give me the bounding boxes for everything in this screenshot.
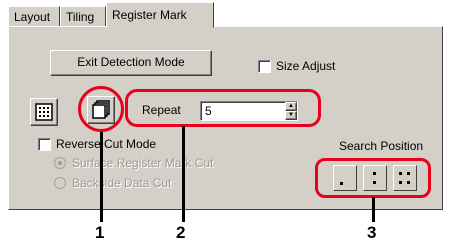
callout-line-1 — [100, 132, 103, 222]
search-position-one-point-button[interactable] — [333, 165, 357, 191]
backside-data-cut-label: Backside Data Cut — [72, 176, 172, 190]
dot-icon — [399, 172, 402, 175]
stacked-pages-icon — [92, 100, 110, 119]
exit-detection-mode-button[interactable]: Exit Detection Mode — [50, 50, 212, 76]
callout-number-2: 2 — [176, 223, 186, 242]
search-position-label: Search Position — [339, 139, 424, 153]
surface-register-mark-cut-label: Surface Register Mark Cut — [72, 156, 214, 170]
callout-number-1: 1 — [95, 223, 105, 242]
callout-number-3: 3 — [367, 223, 377, 242]
repeat-spin-down[interactable]: ▼ — [285, 111, 297, 120]
dot-icon — [373, 181, 376, 184]
dot-icon — [407, 181, 410, 184]
dot-icon — [340, 182, 343, 185]
tab-tiling[interactable]: Tiling — [60, 6, 106, 28]
grid-icon — [35, 103, 53, 121]
dot-icon — [399, 181, 402, 184]
surface-register-mark-cut-radio[interactable] — [54, 157, 66, 169]
callout-line-2 — [182, 126, 185, 222]
register-mark-mode-button[interactable] — [30, 98, 58, 126]
search-position-four-point-button[interactable] — [393, 165, 417, 191]
dot-icon — [407, 172, 410, 175]
search-position-two-point-button[interactable] — [363, 165, 387, 191]
repeat-spin-up[interactable]: ▲ — [285, 102, 297, 111]
repeat-input[interactable]: 5 — [200, 101, 298, 121]
backside-data-cut-radio[interactable] — [54, 177, 66, 189]
size-adjust-label: Size Adjust — [276, 59, 336, 73]
tab-register-mark[interactable]: Register Mark — [106, 2, 214, 28]
size-adjust-checkbox[interactable] — [258, 60, 271, 73]
reverse-cut-mode-checkbox[interactable] — [38, 138, 51, 151]
callout-line-3 — [372, 197, 375, 222]
tab-layout[interactable]: Layout — [8, 6, 60, 28]
repeat-label: Repeat — [142, 103, 181, 117]
reverse-cut-mode-label: Reverse Cut Mode — [56, 137, 157, 151]
dot-icon — [373, 172, 376, 175]
repeat-mode-button[interactable] — [87, 96, 115, 124]
